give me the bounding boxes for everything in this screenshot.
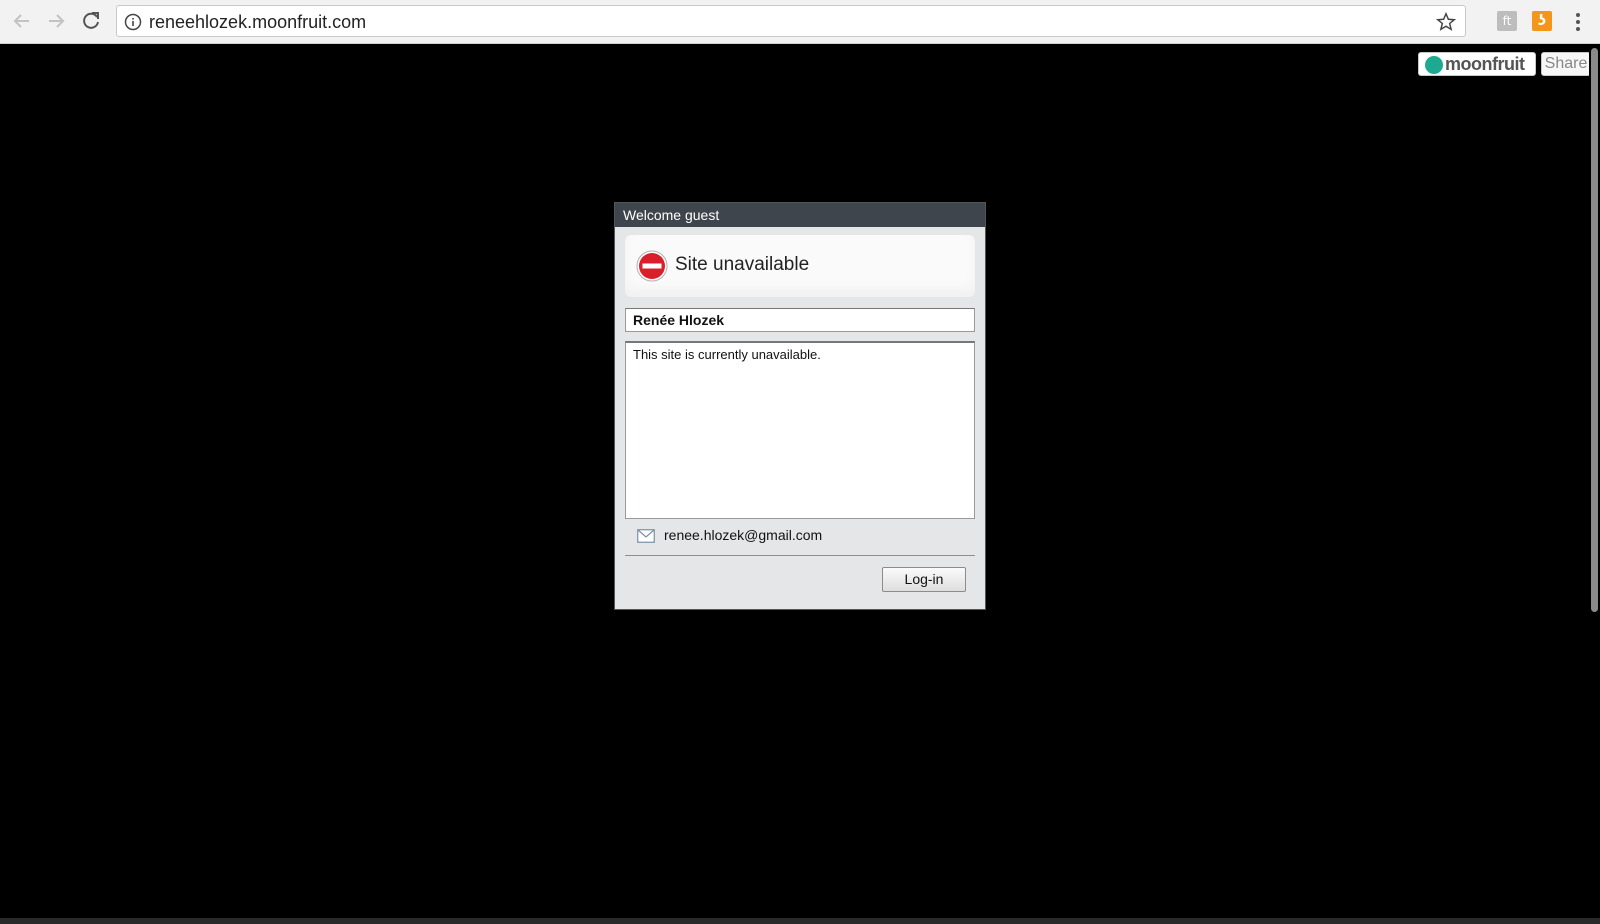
status-box: Site unavailable	[625, 235, 975, 297]
divider	[625, 555, 975, 556]
browser-toolbar: reneehlozek.moonfruit.com ft ʖ	[0, 0, 1600, 44]
reload-icon	[83, 12, 99, 29]
forward-arrow-icon	[49, 14, 65, 28]
address-bar[interactable]: reneehlozek.moonfruit.com	[116, 5, 1466, 37]
url-text[interactable]: reneehlozek.moonfruit.com	[149, 12, 366, 33]
info-icon[interactable]	[124, 13, 142, 31]
menu-icon[interactable]	[1568, 11, 1588, 33]
share-button[interactable]: Share	[1541, 52, 1591, 76]
forward-button[interactable]	[43, 8, 69, 34]
star-icon[interactable]	[1435, 11, 1457, 33]
message-box: This site is currently unavailable.	[625, 341, 975, 519]
site-unavailable-dialog: Welcome guest Site unavailable Renée Hlo…	[614, 202, 986, 610]
site-owner-field: Renée Hlozek	[625, 308, 975, 332]
moonfruit-logo-icon	[1425, 56, 1443, 74]
back-button[interactable]	[9, 8, 35, 34]
message-text: This site is currently unavailable.	[633, 347, 821, 362]
email-link[interactable]: renee.hlozek@gmail.com	[664, 527, 822, 543]
bottom-strip	[0, 918, 1600, 924]
hubspot-extension-icon[interactable]: ʖ	[1532, 11, 1552, 31]
scrollbar-thumb[interactable]	[1591, 48, 1598, 612]
dialog-header: Welcome guest	[615, 203, 985, 227]
status-title: Site unavailable	[675, 254, 810, 275]
back-arrow-icon	[13, 14, 29, 28]
reload-button[interactable]	[78, 8, 104, 34]
login-button[interactable]: Log-in	[882, 567, 966, 592]
mail-icon	[637, 529, 655, 543]
moonfruit-badge[interactable]: moonfruit	[1418, 52, 1536, 76]
stop-icon	[636, 250, 668, 282]
extension-icon[interactable]: ft	[1497, 11, 1517, 31]
moonfruit-logo-text: moonfruit	[1445, 54, 1525, 74]
site-owner-name: Renée Hlozek	[633, 312, 725, 328]
